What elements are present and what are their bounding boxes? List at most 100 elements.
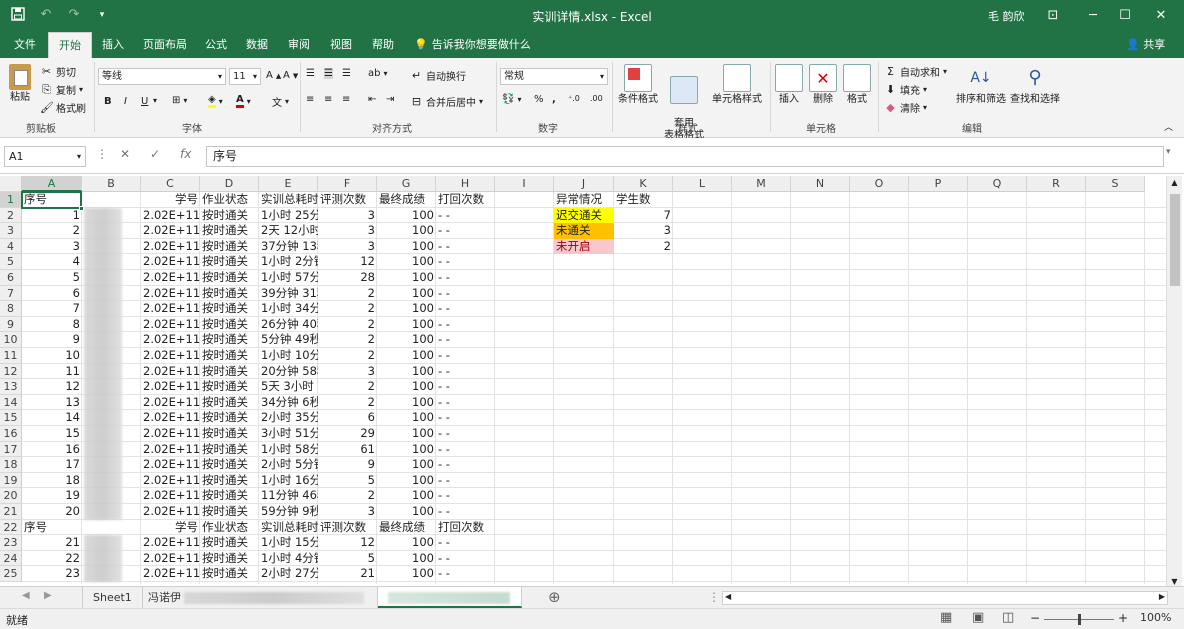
- align-left-icon[interactable]: ≡: [306, 94, 314, 105]
- table-cell[interactable]: 9: [22, 332, 82, 348]
- tab-data[interactable]: 数据: [246, 32, 268, 58]
- align-center-icon[interactable]: ≡: [324, 94, 332, 105]
- table-cell[interactable]: 2.02E+11: [141, 551, 200, 567]
- table-cell[interactable]: 6: [318, 410, 377, 426]
- table-cell[interactable]: - -: [436, 426, 530, 442]
- scroll-up-icon[interactable]: ▲: [1167, 176, 1182, 190]
- orientation-icon[interactable]: ab ▾: [368, 68, 388, 79]
- table-cell[interactable]: 100: [377, 566, 436, 582]
- row-header[interactable]: 2: [0, 207, 22, 224]
- table-cell[interactable]: - -: [436, 317, 530, 333]
- table-cell[interactable]: 100: [377, 426, 436, 442]
- decrease-font-icon[interactable]: A ▼: [283, 70, 298, 81]
- zoom-in-icon[interactable]: +: [1118, 611, 1128, 625]
- table-cell[interactable]: 100: [377, 410, 436, 426]
- table-cell[interactable]: 按时通关: [200, 457, 259, 473]
- tab-page-layout[interactable]: 页面布局: [143, 32, 187, 58]
- column-header[interactable]: M: [732, 176, 791, 192]
- table-cell[interactable]: 100: [377, 488, 436, 504]
- summary-count[interactable]: 2: [614, 239, 673, 255]
- table-cell[interactable]: 1小时 34分: [259, 301, 318, 317]
- row-header[interactable]: 12: [0, 363, 22, 380]
- vertical-scrollbar[interactable]: ▲ ▼: [1166, 176, 1182, 586]
- table-cell[interactable]: - -: [436, 364, 530, 380]
- table-cell[interactable]: 2.02E+11: [141, 317, 200, 333]
- insert-cells-button[interactable]: 插入: [774, 64, 804, 106]
- summary-label[interactable]: 未通关: [554, 223, 614, 239]
- table-cell[interactable]: 19: [22, 488, 82, 504]
- table-cell[interactable]: 按时通关: [200, 332, 259, 348]
- scroll-down-icon[interactable]: ▼: [1167, 577, 1182, 586]
- table-cell[interactable]: 2.02E+11: [141, 239, 200, 255]
- table-cell[interactable]: 37分钟 13秒: [259, 239, 318, 255]
- table-cell[interactable]: - -: [436, 301, 530, 317]
- table-cell[interactable]: 2.02E+11: [141, 395, 200, 411]
- table-cell[interactable]: 按时通关: [200, 239, 259, 255]
- summary-label[interactable]: 未开启: [554, 238, 614, 255]
- row-header[interactable]: 15: [0, 410, 22, 426]
- column-header[interactable]: B: [82, 176, 141, 192]
- table-cell[interactable]: 5: [318, 551, 377, 567]
- table-cell[interactable]: 学号: [141, 520, 200, 536]
- table-cell[interactable]: 100: [377, 270, 436, 286]
- zoom-out-icon[interactable]: −: [1030, 611, 1040, 625]
- prev-sheet-icon[interactable]: ◀: [22, 590, 30, 601]
- row-header[interactable]: 6: [0, 270, 22, 286]
- table-cell[interactable]: 1小时 58分: [259, 442, 318, 458]
- find-select-button[interactable]: ⚲ 查找和选择: [1010, 64, 1060, 106]
- align-top-icon[interactable]: ☰: [306, 68, 315, 79]
- row-header[interactable]: 13: [0, 379, 22, 395]
- row-header[interactable]: 11: [0, 348, 22, 364]
- table-cell[interactable]: 2: [318, 488, 377, 504]
- user-name[interactable]: 毛 韵欣: [988, 8, 1025, 24]
- row-header[interactable]: 14: [0, 394, 22, 411]
- increase-font-icon[interactable]: A ▲: [266, 70, 281, 81]
- table-cell[interactable]: 12: [318, 254, 377, 270]
- table-cell[interactable]: 5: [22, 270, 82, 286]
- column-header[interactable]: K: [614, 176, 673, 192]
- row-header[interactable]: 20: [0, 488, 22, 504]
- table-cell[interactable]: 按时通关: [200, 488, 259, 504]
- column-header[interactable]: G: [377, 176, 436, 192]
- increase-indent-icon[interactable]: ⇥: [386, 94, 394, 105]
- table-cell[interactable]: - -: [436, 254, 530, 270]
- table-cell[interactable]: 1小时 2分钟: [259, 254, 318, 270]
- table-cell[interactable]: 2.02E+11: [141, 566, 200, 582]
- table-cell[interactable]: 实训总耗时: [259, 520, 318, 536]
- row-header[interactable]: 4: [0, 238, 22, 255]
- merge-center-button[interactable]: ⊟ 合并后居中 ▾: [410, 94, 483, 109]
- percent-button[interactable]: %: [534, 94, 544, 105]
- format-cells-button[interactable]: 格式: [842, 64, 872, 106]
- align-bottom-icon[interactable]: ☰: [342, 68, 351, 79]
- sheet-tab[interactable]: 冯诺伊: [138, 587, 378, 608]
- table-cell[interactable]: 3: [318, 223, 377, 239]
- fill-color-icon[interactable]: ◈ ▾: [208, 94, 223, 108]
- align-right-icon[interactable]: ≡: [342, 94, 350, 105]
- sheet-tab-active[interactable]: [378, 587, 522, 608]
- copy-button[interactable]: ⎘ 复制 ▾: [40, 82, 83, 97]
- table-cell[interactable]: 2.02E+11: [141, 270, 200, 286]
- table-cell[interactable]: 2小时 35分: [259, 410, 318, 426]
- table-cell[interactable]: 2.02E+11: [141, 286, 200, 302]
- table-cell[interactable]: 100: [377, 332, 436, 348]
- row-header[interactable]: 25: [0, 566, 22, 582]
- collapse-ribbon-icon[interactable]: ︿: [1164, 120, 1173, 133]
- table-cell[interactable]: 按时通关: [200, 223, 259, 239]
- table-cell[interactable]: 按时通关: [200, 395, 259, 411]
- table-cell[interactable]: 2天 12小时: [259, 223, 318, 239]
- table-cell[interactable]: 2: [318, 395, 377, 411]
- table-cell[interactable]: - -: [436, 348, 530, 364]
- table-cell[interactable]: 按时通关: [200, 410, 259, 426]
- column-header[interactable]: Q: [968, 176, 1027, 192]
- maximize-icon[interactable]: ☐: [1108, 2, 1142, 30]
- row-header[interactable]: 7: [0, 285, 22, 302]
- table-cell[interactable]: 2: [318, 379, 377, 395]
- table-cell[interactable]: 100: [377, 504, 436, 520]
- table-cell[interactable]: 100: [377, 254, 436, 270]
- table-cell[interactable]: 34分钟 6秒: [259, 395, 318, 411]
- table-cell[interactable]: 2.02E+11: [141, 473, 200, 489]
- table-cell[interactable]: 按时通关: [200, 473, 259, 489]
- column-header[interactable]: N: [791, 176, 850, 192]
- table-cell[interactable]: 2小时 5分钟: [259, 457, 318, 473]
- zoom-slider-thumb[interactable]: [1078, 614, 1081, 625]
